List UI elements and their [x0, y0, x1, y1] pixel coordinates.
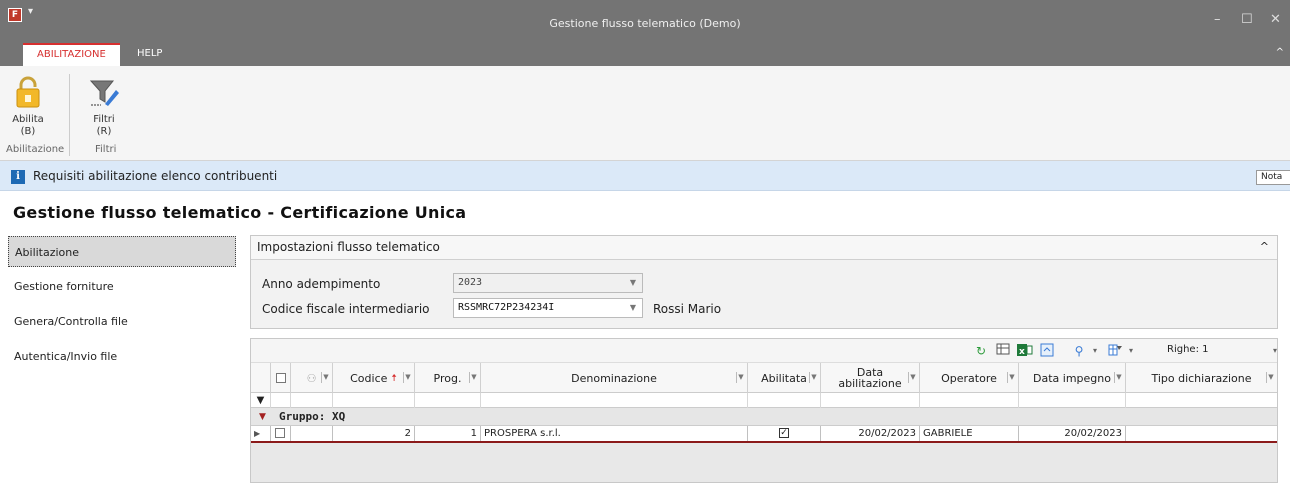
row-indicator-icon: ▶	[251, 426, 271, 441]
header-denominazione-label: Denominazione	[571, 371, 657, 385]
page-title: Gestione flusso telematico - Certificazi…	[13, 203, 467, 222]
info-bar: i Requisiti abilitazione elenco contribu…	[0, 161, 1290, 191]
filtri-label: Filtri	[93, 114, 115, 125]
header-data-impegno-label: Data impegno	[1033, 371, 1111, 385]
search-dropdown-icon[interactable]: ▾	[1087, 343, 1103, 359]
cell-prog[interactable]: 1	[415, 426, 481, 441]
layout-icon[interactable]	[1039, 343, 1055, 359]
ribbon-collapse-icon[interactable]: ^	[1276, 47, 1284, 58]
cell-codice[interactable]: 2	[333, 426, 415, 441]
chevron-down-icon[interactable]: ▾	[1267, 343, 1283, 359]
column-chooser-icon[interactable]	[1107, 343, 1123, 359]
sort-asc-icon: 🠅	[391, 372, 397, 384]
minimize-icon[interactable]: –	[1214, 12, 1221, 27]
ribbon: Abilita (B) Filtri (R) Abilitazione Filt…	[0, 66, 1290, 161]
info-text[interactable]: Requisiti abilitazione elenco contribuen…	[33, 169, 277, 183]
header-codice-label: Codice	[350, 371, 388, 385]
collapse-icon[interactable]: ^	[1260, 236, 1269, 258]
abilitata-checkbox[interactable]: ✓	[779, 428, 789, 438]
anno-value: 2023	[458, 277, 483, 288]
cell-operatore[interactable]: GABRIELE	[920, 426, 1019, 441]
window-title: Gestione flusso telematico (Demo)	[549, 17, 741, 30]
nav-item-autentica-invio[interactable]: Autentica/Invio file	[8, 341, 236, 372]
header-data-impegno[interactable]: Data impegno ▼	[1019, 363, 1126, 393]
grid-header: ⚇ ▼ Codice 🠅 ▼ Prog. ▼ Denominazione ▼ Abilit…	[251, 363, 1277, 393]
abilita-shortcut: (B)	[20, 126, 36, 137]
cell-data-impegno[interactable]: 20/02/2023	[1019, 426, 1126, 441]
row-count: Righe: 1	[1167, 344, 1209, 355]
search-icon[interactable]: ⚲	[1071, 343, 1087, 359]
header-attachment[interactable]: ⚇ ▼	[291, 363, 333, 393]
table-row[interactable]: ▶ 2 1 PROSPERA s.r.l. ✓ 20/02/2023 GABRI…	[251, 426, 1277, 443]
filter-icon: ▼	[251, 393, 271, 408]
filtri-shortcut: (R)	[96, 126, 112, 137]
ribbon-group-filtri: Filtri	[95, 144, 117, 155]
header-operatore-label: Operatore	[941, 371, 997, 385]
grid-toolbar: ↻ x ⚲ ▾ ▾ Righe: 1 ▾	[251, 339, 1277, 363]
contributors-grid: ↻ x ⚲ ▾ ▾ Righe: 1 ▾ ⚇ ▼ Codice 🠅 ▼ Prog. ▼	[250, 338, 1278, 483]
filter-row[interactable]: ▼	[251, 393, 1277, 408]
cf-label: Codice fiscale intermediario	[262, 302, 430, 316]
svg-text:x: x	[1019, 347, 1025, 357]
attachment-icon: ⚇	[306, 371, 317, 385]
nav-item-genera-controlla[interactable]: Genera/Controlla file	[8, 306, 236, 337]
nav-item-abilitazione[interactable]: Abilitazione	[8, 236, 236, 267]
settings-panel-header[interactable]: Impostazioni flusso telematico ^	[251, 236, 1277, 260]
settings-panel-title: Impostazioni flusso telematico	[257, 240, 440, 254]
group-label: Gruppo: XQ	[279, 410, 346, 423]
anno-select[interactable]: 2023 ▼	[453, 273, 643, 293]
settings-panel: Impostazioni flusso telematico ^ Anno ad…	[250, 235, 1278, 329]
header-tipo-dichiarazione[interactable]: Tipo dichiarazione ▼	[1126, 363, 1277, 393]
cf-value: RSSMRC72P234234I	[458, 302, 555, 313]
header-codice[interactable]: Codice 🠅 ▼	[333, 363, 415, 393]
ribbon-group-abilitazione: Abilitazione	[6, 144, 65, 155]
nota-button[interactable]: Nota	[1256, 170, 1290, 185]
header-tipo-dichiarazione-label: Tipo dichiarazione	[1151, 371, 1252, 385]
chevron-down-icon: ▼	[629, 303, 636, 312]
header-operatore[interactable]: Operatore ▼	[920, 363, 1019, 393]
chevron-down-icon: ▼	[629, 278, 636, 287]
cell-data-abilitazione[interactable]: 20/02/2023	[821, 426, 920, 441]
group-row[interactable]: ▼ Gruppo: XQ	[251, 408, 1277, 426]
row-attachment	[291, 426, 333, 441]
header-abilitata[interactable]: Abilitata ▼	[748, 363, 821, 393]
ribbon-separator	[69, 74, 70, 156]
cell-abilitata[interactable]: ✓	[748, 426, 821, 441]
quick-access-icon[interactable]: ▾	[28, 6, 33, 17]
filter-edit-icon	[82, 74, 126, 110]
maximize-icon[interactable]: ☐	[1241, 12, 1253, 27]
header-denominazione[interactable]: Denominazione ▼	[481, 363, 748, 393]
title-bar: F ▾ Gestione flusso telematico (Demo) – …	[0, 0, 1290, 43]
header-data-abilitazione[interactable]: Data abilitazione ▼	[821, 363, 920, 393]
padlock-icon	[6, 74, 50, 110]
row-select-checkbox[interactable]	[271, 426, 291, 441]
cf-select[interactable]: RSSMRC72P234234I ▼	[453, 298, 643, 318]
cell-tipo-dichiarazione[interactable]	[1126, 426, 1277, 441]
cell-denominazione[interactable]: PROSPERA s.r.l.	[481, 426, 748, 441]
export-icon[interactable]	[995, 343, 1011, 359]
tab-help[interactable]: HELP	[123, 43, 176, 66]
ribbon-tabs: ABILITAZIONE HELP ^	[0, 43, 1290, 66]
anno-label: Anno adempimento	[262, 277, 381, 291]
cf-name: Rossi Mario	[653, 302, 722, 316]
filtri-button[interactable]: Filtri (R)	[82, 74, 126, 138]
abilita-button[interactable]: Abilita (B)	[6, 74, 50, 138]
excel-icon[interactable]: x	[1017, 343, 1033, 359]
info-icon: i	[11, 170, 25, 184]
close-icon[interactable]: ✕	[1270, 12, 1281, 27]
header-indicator	[251, 363, 271, 393]
expand-group-icon[interactable]: ▼	[259, 408, 266, 426]
header-abilitata-label: Abilitata	[761, 371, 807, 385]
tab-abilitazione[interactable]: ABILITAZIONE	[23, 43, 120, 66]
select-all-checkbox[interactable]	[271, 363, 291, 393]
header-prog[interactable]: Prog. ▼	[415, 363, 481, 393]
nav-item-gestione-forniture[interactable]: Gestione forniture	[8, 271, 236, 302]
column-chooser-dropdown-icon[interactable]: ▾	[1123, 343, 1139, 359]
header-data-abilitazione-label: Data abilitazione	[838, 366, 902, 390]
abilita-label: Abilita	[12, 114, 44, 125]
refresh-icon[interactable]: ↻	[973, 343, 989, 359]
header-prog-label: Prog.	[433, 371, 462, 385]
